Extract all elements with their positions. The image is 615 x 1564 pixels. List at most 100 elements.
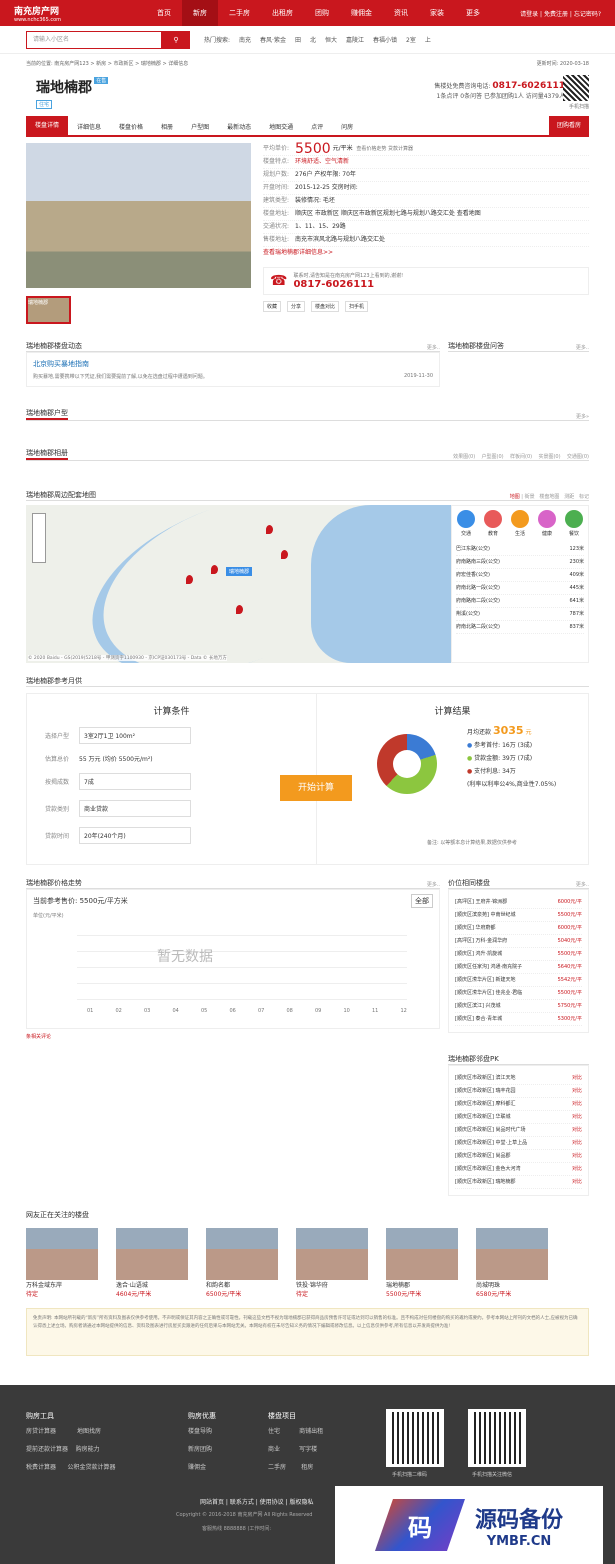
mobile-button[interactable]: 扫手机 bbox=[345, 301, 369, 312]
hot-link[interactable]: 春福小镇 bbox=[373, 35, 397, 44]
project-header: 瑞地楠郡 在售 住宅 售楼处免费咨询电话: 0817-6026111 1条点评 … bbox=[0, 71, 615, 117]
loan-type-select[interactable]: 商业贷款 bbox=[79, 800, 191, 817]
comment-count[interactable]: 条相关评论 bbox=[26, 1033, 440, 1040]
compare-link[interactable]: 对比 bbox=[572, 1163, 582, 1175]
compare-link[interactable]: 对比 bbox=[572, 1072, 582, 1084]
news-link[interactable]: 北京购买暴地指南 bbox=[33, 359, 433, 369]
list-item[interactable]: [顺庆区] 泰合·青年城 5300元/平 bbox=[455, 1013, 582, 1026]
hot-link[interactable]: 春风·紫金 bbox=[260, 35, 286, 44]
zoom-control[interactable] bbox=[32, 513, 46, 563]
list-item[interactable]: [高坪区] 王府井·锦洲郡 6000元/平 bbox=[455, 896, 582, 909]
poi-item[interactable]: 荆溪(公交) 787米 bbox=[456, 608, 584, 621]
nav-item[interactable]: 二手房 bbox=[218, 0, 261, 26]
list-item[interactable]: [高坪区] 万科·金润华府 5040元/平 bbox=[455, 935, 582, 948]
list-item[interactable]: [顺庆区] 鸿升·凯旋城 5500元/平 bbox=[455, 948, 582, 961]
loan-term-select[interactable]: 20年(240个月) bbox=[79, 827, 191, 844]
map-pin-icon[interactable] bbox=[281, 550, 288, 559]
map-project-label[interactable]: 瑞地楠郡 bbox=[226, 567, 253, 576]
list-item[interactable]: [顺庆区] 华府蔚都 6000元/平 bbox=[455, 922, 582, 935]
tab-health[interactable]: 健康 bbox=[537, 510, 557, 537]
tab[interactable]: 地图交通 bbox=[260, 122, 302, 131]
featured-item[interactable]: 瑞地楠郡 5500元/平米 bbox=[386, 1228, 458, 1298]
tab[interactable]: 户型图 bbox=[182, 122, 218, 131]
login-links[interactable]: 请登录 | 免费注册 | 忘记密码? bbox=[520, 9, 601, 18]
hot-link[interactable]: 嘉陵江 bbox=[346, 35, 364, 44]
list-item[interactable]: [顺庆区潆华片区] 新建天地 5542元/平 bbox=[455, 974, 582, 987]
featured-item[interactable]: 万科金域东岸 待定 bbox=[26, 1228, 98, 1298]
hot-link[interactable]: 上 bbox=[425, 35, 431, 44]
tab-education[interactable]: 教育 bbox=[483, 510, 503, 537]
tab[interactable]: 最新动态 bbox=[218, 122, 260, 131]
ratio-select[interactable]: 7成 bbox=[79, 773, 191, 790]
photo-thumb[interactable]: 瑞地楠郡 bbox=[26, 296, 71, 324]
watermark-logo: 码 源码备份 YMBF.CN bbox=[335, 1486, 603, 1564]
poi-item[interactable]: 府南北路一段(公交) 445米 bbox=[456, 582, 584, 595]
share-button[interactable]: 分享 bbox=[287, 301, 306, 312]
poi-item[interactable]: 府南路南二段(公交) 641米 bbox=[456, 595, 584, 608]
poi-item[interactable]: 府南北路二段(公交) 837米 bbox=[456, 621, 584, 634]
tab-transport[interactable]: 交通 bbox=[456, 510, 476, 537]
more-info-link[interactable]: 查看瑞地楠郡详细信息>> bbox=[263, 247, 589, 259]
poi-item[interactable]: 巴江东路(公交) 123米 bbox=[456, 543, 584, 556]
map-pin-icon[interactable] bbox=[186, 575, 193, 584]
compare-button[interactable]: 楼盘对比 bbox=[311, 301, 340, 312]
nav-item[interactable]: 资讯 bbox=[383, 0, 419, 26]
compare-link[interactable]: 对比 bbox=[572, 1150, 582, 1162]
search-input[interactable]: 请输入小区名 bbox=[26, 30, 162, 49]
group-buy-button[interactable]: 团购看房 bbox=[548, 116, 589, 136]
search-icon: ⚲ bbox=[173, 35, 179, 44]
hot-link[interactable]: 田 bbox=[295, 35, 301, 44]
tab[interactable]: 详细信息 bbox=[68, 122, 110, 131]
poi-item[interactable]: 府南路南三段(公交) 230米 bbox=[456, 556, 584, 569]
nav-item[interactable]: 团购 bbox=[304, 0, 340, 26]
list-item[interactable]: [顺庆区滨江] 兴茂城 5750元/平 bbox=[455, 1000, 582, 1013]
tab[interactable]: 问房 bbox=[332, 122, 362, 131]
list-item[interactable]: [顺庆区任家沟] 鸿通·南充院子 5640元/平 bbox=[455, 961, 582, 974]
tab[interactable]: 相册 bbox=[152, 122, 182, 131]
hot-link[interactable]: 北 bbox=[310, 35, 316, 44]
search-button[interactable]: ⚲ bbox=[162, 30, 190, 49]
hot-link[interactable]: 2室 bbox=[406, 35, 416, 44]
map-pin-icon[interactable] bbox=[211, 565, 218, 574]
list-item[interactable]: [顺庆区潆华片区] 佳兆业·君临 5500元/平 bbox=[455, 987, 582, 1000]
range-select[interactable]: 全部 bbox=[411, 894, 433, 908]
poi-item[interactable]: 府宏佳香(公交) 409米 bbox=[456, 569, 584, 582]
tab[interactable]: 楼盘价格 bbox=[110, 122, 152, 131]
map-pin-icon[interactable] bbox=[266, 525, 273, 534]
tab-life[interactable]: 生活 bbox=[510, 510, 530, 537]
tab[interactable]: 点评 bbox=[302, 122, 332, 131]
list-item[interactable]: [顺庆区滨泉苑] 中南世纪城 5500元/平 bbox=[455, 909, 582, 922]
top-navbar: 南充房产网 www.nchc365.com 首页 新房 二手房 出租房 团购 赚佣… bbox=[0, 0, 615, 26]
footer-links[interactable]: 网站首页 | 联系方式 | 使用协议 | 版权隐私 bbox=[200, 1497, 314, 1506]
nav-item[interactable]: 出租房 bbox=[261, 0, 304, 26]
featured-item[interactable]: 尚城明珠 6580元/平米 bbox=[476, 1228, 548, 1298]
project-photo[interactable] bbox=[26, 143, 251, 288]
nav-item[interactable]: 家装 bbox=[419, 0, 455, 26]
compare-link[interactable]: 对比 bbox=[572, 1111, 582, 1123]
calculate-button[interactable]: 开始计算 bbox=[280, 775, 352, 801]
nav-item[interactable]: 首页 bbox=[146, 0, 182, 26]
featured-item[interactable]: 逸合·山语城 4604元/平米 bbox=[116, 1228, 188, 1298]
compare-link[interactable]: 对比 bbox=[572, 1085, 582, 1097]
layout-select[interactable]: 3室2厅1卫 100m² bbox=[79, 727, 191, 744]
compare-link[interactable]: 对比 bbox=[572, 1176, 582, 1188]
hot-link[interactable]: 恒大 bbox=[325, 35, 337, 44]
qrcode-icon bbox=[563, 75, 589, 101]
site-logo[interactable]: 南充房产网 www.nchc365.com bbox=[14, 4, 124, 23]
featured-item[interactable]: 铁投·锦华府 待定 bbox=[296, 1228, 368, 1298]
featured-item[interactable]: 和韵名都 6500元/平米 bbox=[206, 1228, 278, 1298]
favorite-button[interactable]: 收藏 bbox=[263, 301, 282, 312]
map-canvas[interactable]: 瑞地楠郡 © 2020 Baidu - GS(2019)5218号 - 甲测资字… bbox=[26, 505, 451, 663]
compare-link[interactable]: 对比 bbox=[572, 1098, 582, 1110]
price-links[interactable]: 查看价格走势 贷款计算器 bbox=[356, 143, 413, 155]
nav-item-newhouse[interactable]: 新房 bbox=[182, 0, 218, 26]
nav-item[interactable]: 更多 bbox=[455, 0, 491, 26]
tab-detail[interactable]: 楼盘详情 bbox=[26, 116, 69, 136]
compare-link[interactable]: 对比 bbox=[572, 1137, 582, 1149]
tab-food[interactable]: 餐饮 bbox=[564, 510, 584, 537]
featured-title: 网友正在关注的楼盘 bbox=[26, 1211, 89, 1219]
nav-item[interactable]: 赚佣金 bbox=[340, 0, 383, 26]
compare-link[interactable]: 对比 bbox=[572, 1124, 582, 1136]
map-pin-icon[interactable] bbox=[236, 605, 243, 614]
hot-link[interactable]: 南充 bbox=[239, 35, 251, 44]
